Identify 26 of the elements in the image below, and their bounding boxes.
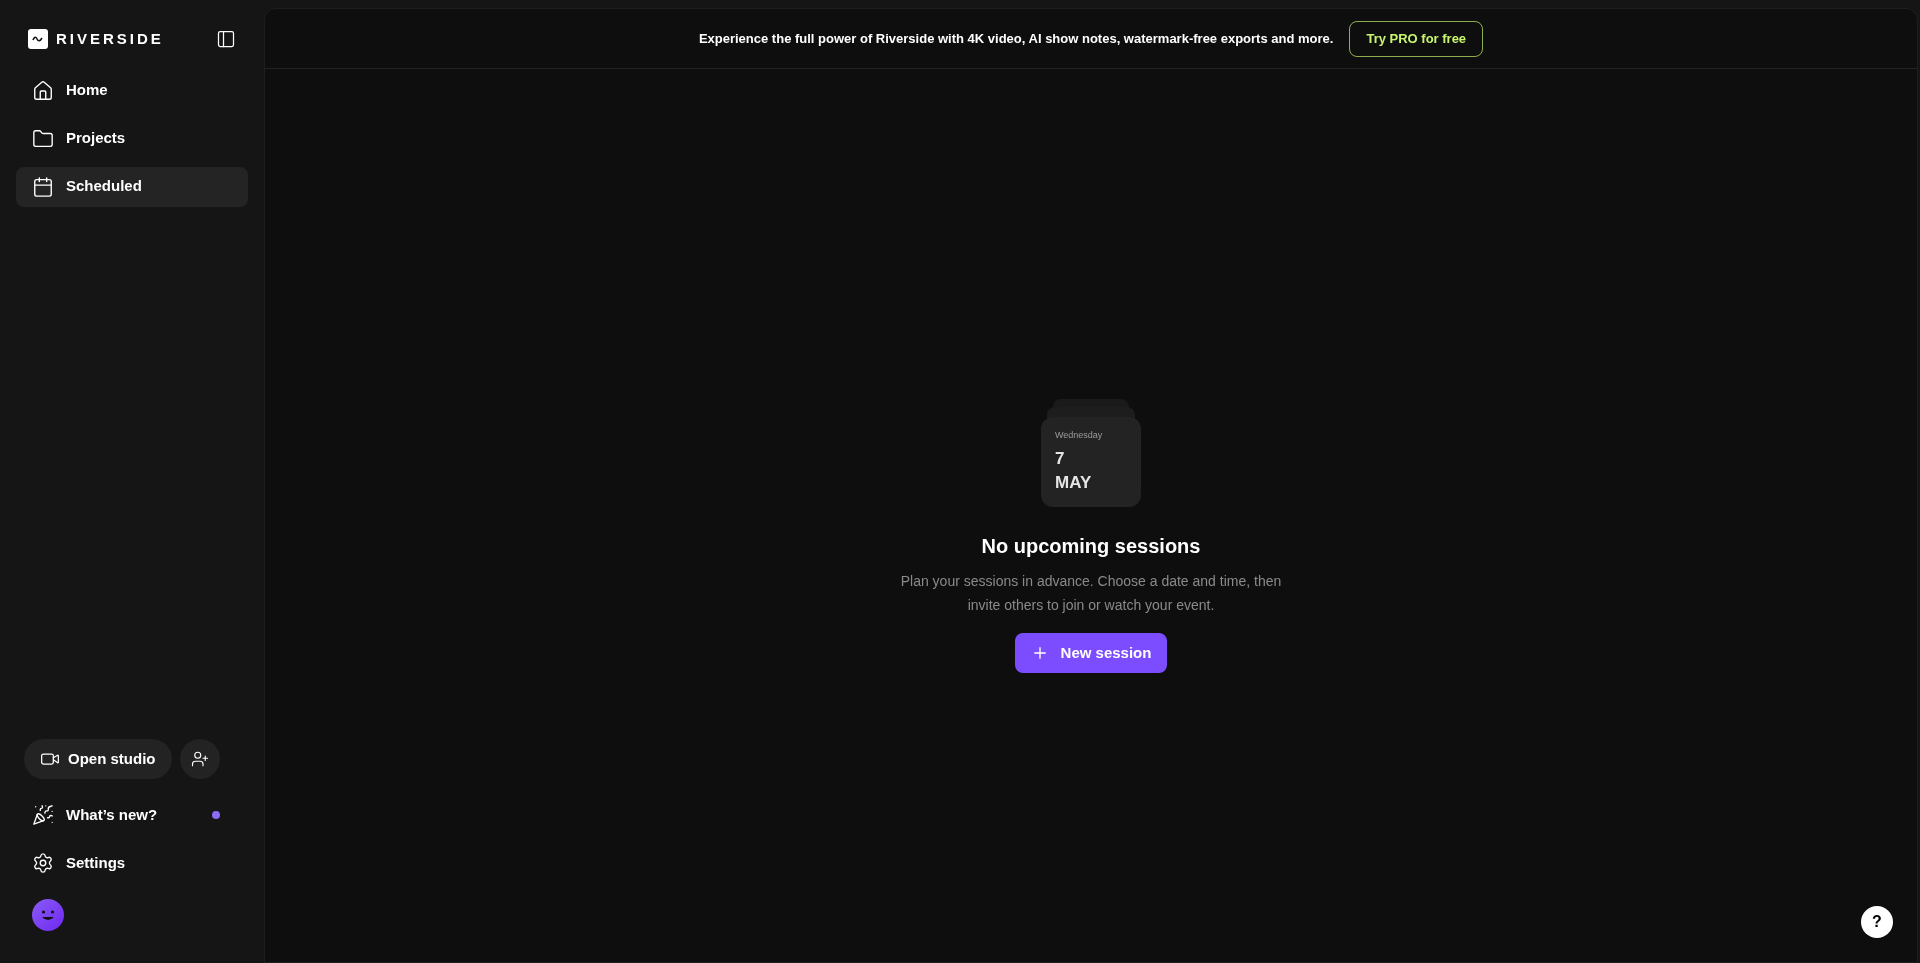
house-icon (32, 79, 54, 102)
empty-state-description: Plan your sessions in advance. Choose a date and time, then invite others to join or watch your event. (899, 572, 1283, 615)
calendar-weekday: Wednesday (1055, 429, 1104, 442)
calendar-day: 7 (1055, 446, 1127, 471)
new-session-button[interactable]: New session (1014, 633, 1168, 673)
calendar-icon (32, 175, 54, 198)
logo-icon (28, 29, 48, 50)
help-button[interactable]: ? (1861, 906, 1893, 938)
calendar-month: MAY (1055, 471, 1093, 494)
sidebar-item[interactable]: Scheduled (16, 166, 248, 207)
empty-state-title: No upcoming sessions (981, 534, 1201, 559)
person-plus-icon (190, 750, 209, 768)
logo-wordmark: RIVERSIDE (56, 29, 164, 49)
promo-text: Experience the full power of Riverside with 4K video, AI show notes, watermark-free exports and more. (698, 29, 1334, 48)
settings-icon (32, 852, 54, 874)
sidebar-toggle-icon[interactable] (216, 29, 236, 50)
party-popper-icon (32, 804, 54, 826)
sidebar-item[interactable]: What’s new? (32, 803, 158, 827)
folder-icon (32, 127, 54, 150)
invite-person-button[interactable] (179, 739, 220, 779)
sidebar-item[interactable]: Settings (32, 851, 126, 875)
avatar-smiley-icon[interactable] (32, 899, 64, 931)
sidebar-item[interactable]: Projects (16, 118, 248, 159)
sidebar-item[interactable]: Home (16, 70, 248, 111)
try-pro-button[interactable]: Try PRO for free (1349, 20, 1484, 57)
open-studio-button[interactable]: Open studio (24, 739, 172, 779)
